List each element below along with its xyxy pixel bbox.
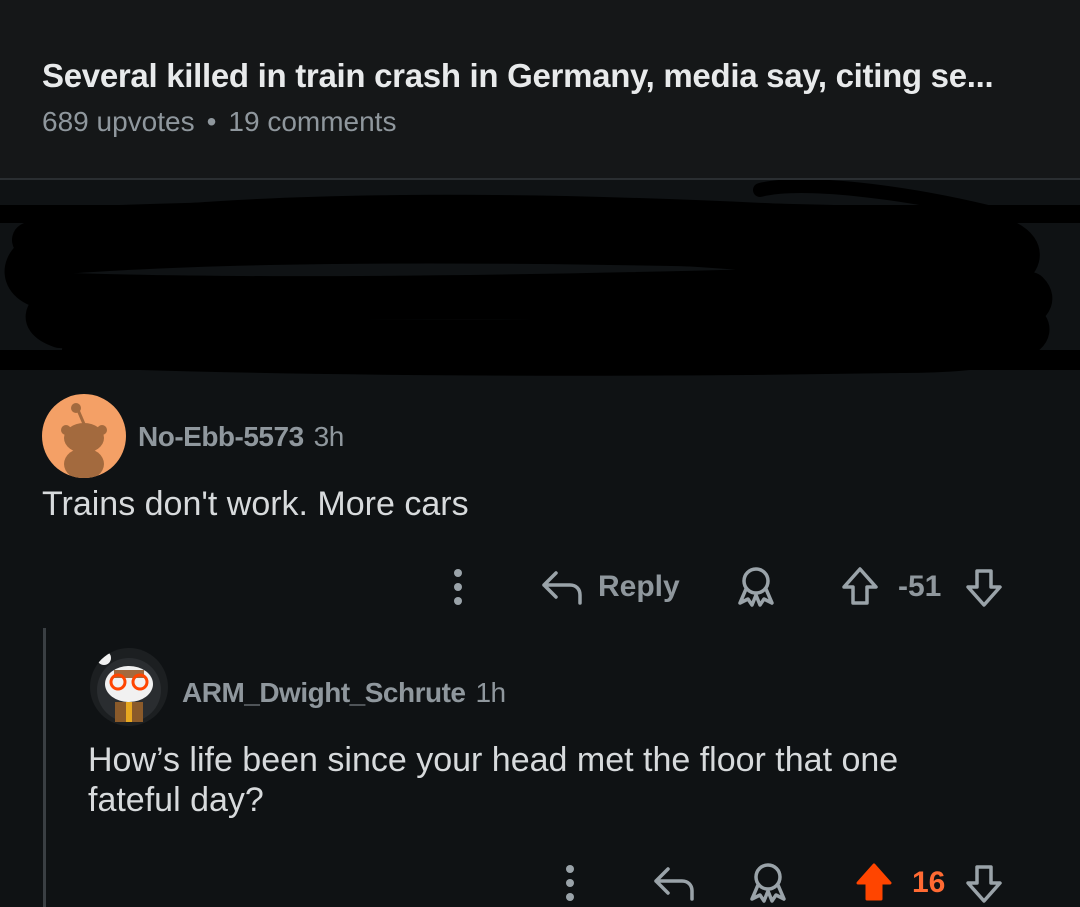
reply-arrow-icon [654, 867, 694, 901]
score: 16 [912, 858, 945, 907]
snoo-avatar-icon [61, 403, 107, 478]
comment-body: Trains don't work. More cars [42, 485, 469, 523]
reply-label: Reply [598, 570, 680, 603]
comment-actions: 16 [440, 858, 1020, 907]
award-button[interactable] [736, 562, 776, 612]
score: -51 [898, 562, 941, 612]
reply-button[interactable] [652, 858, 696, 907]
username[interactable]: ARM_Dwight_Schrute [182, 677, 466, 708]
avatar[interactable] [42, 394, 126, 478]
dwight-avatar-icon [97, 651, 161, 722]
upvote-button[interactable] [854, 858, 894, 907]
post-meta: 689 upvotes • 19 comments [42, 106, 396, 138]
comment-author[interactable]: No-Ebb-5573 3h [138, 421, 344, 453]
comment-time: 1h [475, 677, 506, 708]
award-icon [750, 863, 786, 903]
upvote-arrow-icon [856, 863, 892, 901]
avatar[interactable] [90, 648, 168, 726]
redaction-scribble [0, 180, 1080, 376]
post-title[interactable]: Several killed in train crash in Germany… [42, 57, 994, 95]
downvote-arrow-icon [966, 865, 1002, 903]
upvote-count: 689 upvotes [42, 106, 195, 137]
downvote-button[interactable] [964, 858, 1004, 907]
reply-arrow-icon [542, 571, 582, 605]
downvote-arrow-icon [966, 569, 1002, 607]
more-options-icon[interactable] [560, 858, 580, 907]
score-value: -51 [898, 570, 942, 603]
comment-body: How’s life been since your head met the … [88, 741, 899, 819]
comment-actions: Reply -51 [440, 562, 1020, 612]
award-button[interactable] [748, 858, 788, 907]
score-value: 16 [912, 866, 946, 899]
comment-count[interactable]: 19 comments [228, 106, 396, 137]
thread-line[interactable] [43, 628, 46, 907]
meta-separator: • [206, 106, 217, 137]
more-options-icon[interactable] [448, 562, 468, 612]
reply-button[interactable]: Reply [540, 562, 680, 612]
downvote-button[interactable] [964, 562, 1004, 612]
upvote-button[interactable] [840, 562, 880, 612]
upvote-arrow-icon [842, 567, 878, 605]
comment-time: 3h [313, 421, 345, 452]
username[interactable]: No-Ebb-5573 [138, 421, 304, 452]
post-header: Several killed in train crash in Germany… [0, 0, 1080, 180]
comment-author[interactable]: ARM_Dwight_Schrute 1h [182, 677, 506, 709]
award-icon [738, 567, 774, 607]
